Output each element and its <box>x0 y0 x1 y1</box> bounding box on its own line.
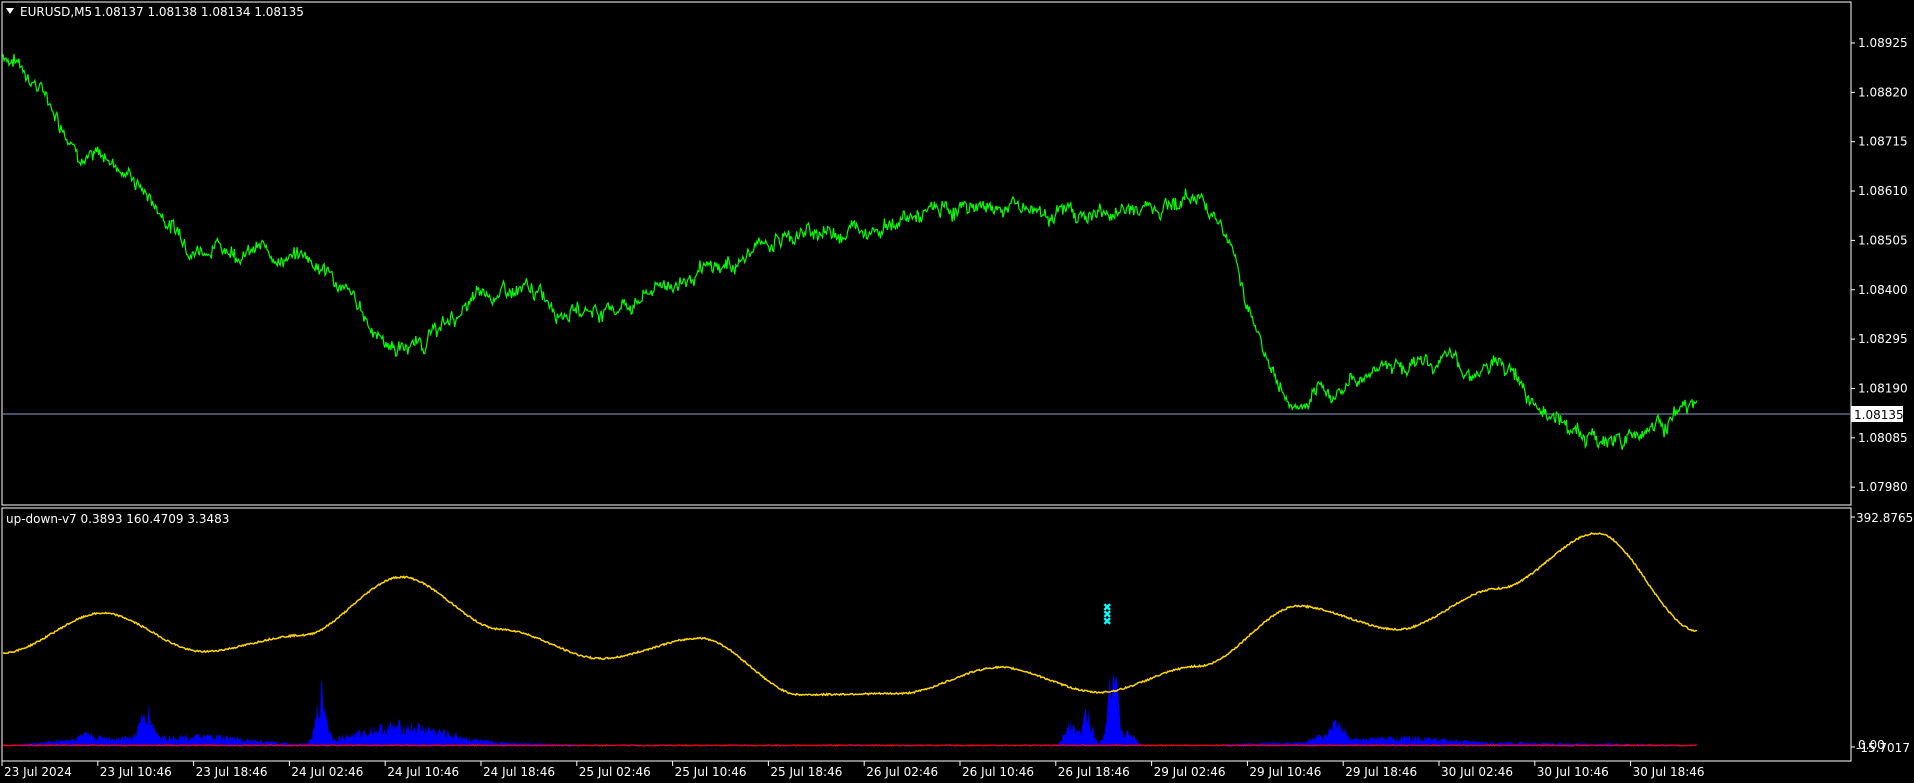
price-axis-label: 1.08925 <box>1858 36 1908 50</box>
price-axis-label: 1.08400 <box>1858 283 1908 297</box>
time-axis-label: 25 Jul 18:46 <box>770 765 842 779</box>
time-axis-label: 24 Jul 10:46 <box>387 765 459 779</box>
chart-window[interactable]: ✖✖✖ EURUSD,M5 1.08137 1.08138 1.08134 1.… <box>0 0 1914 783</box>
time-axis-label: 24 Jul 18:46 <box>483 765 555 779</box>
price-axis-label: 1.08085 <box>1858 431 1908 445</box>
price-tag-text: 1.08135 <box>1854 408 1904 422</box>
time-axis-label: 30 Jul 10:46 <box>1537 765 1609 779</box>
signal-markers: ✖✖✖ <box>1103 601 1112 628</box>
time-axis-label: 23 Jul 18:46 <box>196 765 268 779</box>
price-axis-label: 1.08610 <box>1858 184 1908 198</box>
ind-axis-top: 392.8765 <box>1856 511 1913 525</box>
signal-cross-icon: ✖ <box>1103 615 1112 628</box>
quote-values: 1.08137 1.08138 1.08134 1.08135 <box>94 5 304 19</box>
price-axis-label: 1.07980 <box>1858 480 1908 494</box>
time-axis-label: 30 Jul 02:46 <box>1441 765 1513 779</box>
chart-background <box>0 0 1914 783</box>
time-axis-label: 25 Jul 10:46 <box>675 765 747 779</box>
time-axis-label: 29 Jul 18:46 <box>1345 765 1417 779</box>
time-axis-label: 23 Jul 10:46 <box>100 765 172 779</box>
time-axis-label: 29 Jul 10:46 <box>1249 765 1321 779</box>
time-axis-label: 25 Jul 02:46 <box>579 765 651 779</box>
time-axis-label: 30 Jul 18:46 <box>1633 765 1705 779</box>
ind-axis-bottom: 0.00 <box>1858 738 1885 752</box>
time-axis-label: 26 Jul 18:46 <box>1058 765 1130 779</box>
price-axis-label: 1.08505 <box>1858 233 1908 247</box>
price-axis-label: 1.08820 <box>1858 85 1908 99</box>
price-axis-label: 1.08190 <box>1858 381 1908 395</box>
indicator-label: up-down-v7 0.3893 160.4709 3.3483 <box>6 512 229 526</box>
time-axis-label: 29 Jul 02:46 <box>1154 765 1226 779</box>
price-axis-label: 1.08715 <box>1858 135 1908 149</box>
time-axis-label: 24 Jul 02:46 <box>291 765 363 779</box>
symbol-title: EURUSD,M5 <box>20 5 92 19</box>
price-axis-label: 1.08295 <box>1858 332 1908 346</box>
time-axis-label: 23 Jul 2024 <box>4 765 72 779</box>
time-axis-label: 26 Jul 02:46 <box>866 765 938 779</box>
current-price-tag: 1.08135 <box>1851 406 1904 422</box>
time-axis-label: 26 Jul 10:46 <box>962 765 1034 779</box>
